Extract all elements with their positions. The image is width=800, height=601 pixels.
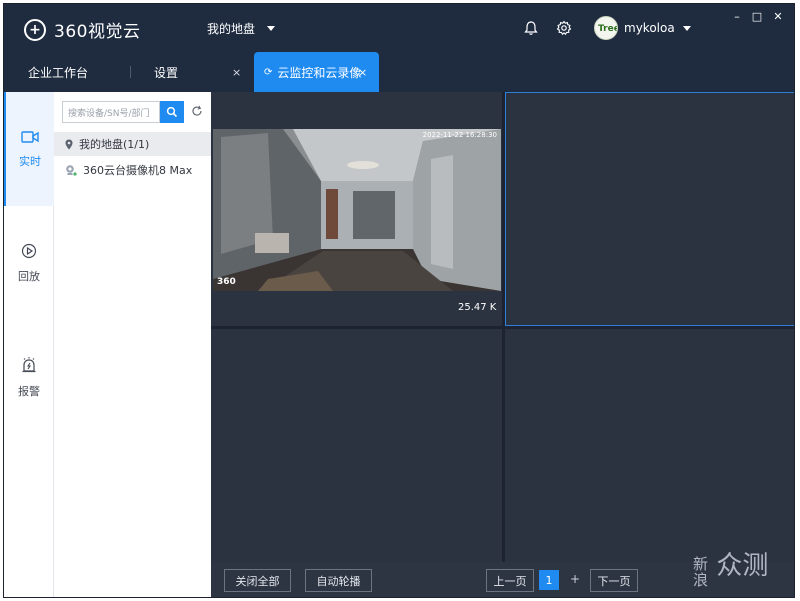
video-grid: 2022-11-22 16:28:30 360 25.47 K — [211, 92, 794, 562]
avatar: Tree — [594, 16, 618, 40]
tab-settings[interactable]: 设置 — [154, 52, 178, 92]
app-window: + 360视觉云 我的地盘 Tree mykoloa – □ ✕ 企业工作台 设… — [3, 3, 795, 598]
video-cell-2[interactable] — [505, 92, 794, 326]
prev-page-button[interactable]: 上一页 — [486, 569, 534, 592]
nav-item-label: 报警 — [18, 384, 40, 398]
left-nav: 实时 回放 报警 — [4, 92, 54, 597]
alarm-icon — [21, 356, 37, 377]
app-logo-text: 360视觉云 — [54, 22, 141, 42]
location-pin-icon — [65, 139, 73, 150]
drive-selector[interactable]: 我的地盘 — [207, 20, 276, 37]
tab-divider — [130, 66, 131, 78]
play-icon — [21, 243, 37, 262]
tab-cloud-monitor-close-icon[interactable]: × — [358, 66, 367, 79]
nav-item-playback[interactable]: 回放 — [4, 206, 54, 320]
close-all-button[interactable]: 关闭全部 — [224, 569, 291, 592]
plus-circle-icon: + — [24, 18, 46, 41]
next-page-button[interactable]: 下一页 — [590, 569, 638, 592]
tab-cloud-monitor[interactable]: ⟳ 云监控和云录像 × — [254, 52, 379, 92]
gear-icon[interactable] — [554, 18, 574, 38]
maximize-button[interactable]: □ — [750, 10, 764, 23]
tree-node-label: 360云台摄像机8 Max — [83, 164, 193, 177]
device-tree-panel: 搜索设备/SN号/部门 我的地盘(1/1) 360云台摄像机8 Max — [54, 92, 211, 597]
watermark-large: 众测 — [716, 551, 769, 581]
caret-down-icon — [267, 26, 276, 31]
app-logo: + 360视觉云 — [24, 17, 140, 42]
close-window-button[interactable]: ✕ — [771, 10, 785, 23]
refresh-icon[interactable] — [190, 104, 204, 118]
bottom-toolbar: 关闭全部 自动轮播 上一页 1 + 下一页 新 浪 众测 — [211, 553, 794, 597]
camera-icon — [21, 130, 39, 147]
auto-rotate-button[interactable]: 自动轮播 — [305, 569, 372, 592]
user-name: mykoloa — [624, 21, 675, 35]
minimize-button[interactable]: – — [730, 10, 744, 23]
add-page-button[interactable]: + — [570, 572, 580, 586]
video-frame — [213, 129, 501, 291]
search-input[interactable]: 搜索设备/SN号/部门 — [62, 101, 160, 123]
tree-node-camera[interactable]: 360云台摄像机8 Max — [54, 158, 211, 182]
tab-settings-close-icon[interactable]: × — [232, 66, 241, 79]
tree-node-root[interactable]: 我的地盘(1/1) — [54, 132, 211, 156]
live-video-feed: 2022-11-22 16:28:30 360 — [213, 129, 501, 291]
search-button[interactable] — [160, 101, 184, 123]
tree-node-label: 我的地盘(1/1) — [79, 138, 150, 151]
nav-item-alarm[interactable]: 报警 — [4, 320, 54, 434]
tab-bar: 企业工作台 设置 × ⟳ 云监控和云录像 × — [4, 52, 794, 92]
page-number[interactable]: 1 — [539, 570, 559, 590]
tab-label: 设置 — [154, 65, 179, 80]
search-icon — [166, 106, 178, 118]
sync-icon: ⟳ — [264, 66, 273, 78]
drive-selector-label: 我的地盘 — [207, 22, 256, 36]
bell-icon[interactable] — [521, 18, 541, 38]
bitrate-readout: 25.47 K — [458, 302, 497, 313]
nav-item-label: 回放 — [18, 269, 40, 283]
video-cell-4[interactable] — [505, 329, 794, 562]
video-cell-1[interactable]: 2022-11-22 16:28:30 360 25.47 K — [211, 92, 502, 326]
watermark: 新 浪 众测 — [693, 553, 768, 589]
video-cell-3[interactable] — [211, 329, 502, 562]
tab-label: 云监控和云录像 — [277, 65, 362, 80]
video-brand-overlay: 360 — [217, 277, 236, 287]
tab-workbench[interactable]: 企业工作台 — [28, 52, 88, 92]
camera-device-icon — [65, 164, 77, 176]
user-menu[interactable]: Tree mykoloa — [594, 16, 691, 40]
title-bar: + 360视觉云 我的地盘 Tree mykoloa – □ ✕ — [4, 4, 794, 52]
tab-label: 企业工作台 — [28, 65, 89, 80]
watermark-small: 新 浪 — [693, 555, 709, 589]
nav-item-live[interactable]: 实时 — [4, 92, 54, 206]
video-timestamp: 2022-11-22 16:28:30 — [422, 131, 497, 139]
caret-down-icon — [682, 25, 691, 31]
nav-item-label: 实时 — [19, 154, 41, 168]
